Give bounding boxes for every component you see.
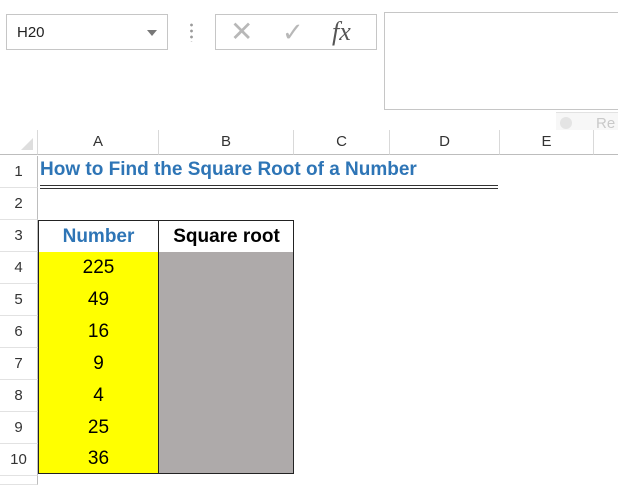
name-box-value: H20 xyxy=(17,24,45,41)
name-box[interactable]: H20 xyxy=(6,14,168,50)
row-header-10[interactable]: 10 xyxy=(0,444,38,476)
insert-function-icon[interactable]: fx xyxy=(332,17,351,47)
square-root-cell[interactable] xyxy=(159,348,293,380)
number-cell[interactable]: 16 xyxy=(39,316,158,348)
row-header-11[interactable] xyxy=(0,476,38,485)
number-cell[interactable]: 49 xyxy=(39,284,158,316)
title-double-underline xyxy=(40,185,498,189)
grip-dots-icon[interactable] xyxy=(190,22,193,42)
formula-buttons: ✕ ✓ fx xyxy=(215,14,377,50)
circle-icon xyxy=(560,117,572,129)
column-header-a[interactable]: A xyxy=(38,130,159,155)
square-root-cell[interactable] xyxy=(159,444,293,473)
square-root-cell[interactable] xyxy=(159,284,293,316)
row-header-6[interactable]: 6 xyxy=(0,316,38,348)
number-cell[interactable]: 25 xyxy=(39,412,158,444)
square-root-cell[interactable] xyxy=(159,316,293,348)
formula-bar-area: H20 ✕ ✓ fx xyxy=(0,0,618,130)
column-header-d[interactable]: D xyxy=(390,130,500,155)
cancel-icon[interactable]: ✕ xyxy=(230,17,253,47)
triangle-icon xyxy=(21,138,33,150)
enter-icon[interactable]: ✓ xyxy=(282,17,304,47)
row-header-9[interactable]: 9 xyxy=(0,412,38,444)
row-header-3[interactable]: 3 xyxy=(0,220,38,252)
row-header-5[interactable]: 5 xyxy=(0,284,38,316)
column-header-b[interactable]: B xyxy=(159,130,294,155)
row-header-4[interactable]: 4 xyxy=(0,252,38,284)
square-root-cell[interactable] xyxy=(159,412,293,444)
header-number[interactable]: Number xyxy=(38,221,159,252)
square-root-cell[interactable] xyxy=(159,252,293,284)
select-all-corner[interactable] xyxy=(0,130,38,155)
sheet-title: How to Find the Square Root of a Number xyxy=(40,159,417,180)
number-cell[interactable]: 9 xyxy=(39,348,158,380)
header-square-root[interactable]: Square root xyxy=(159,221,294,252)
row-header-7[interactable]: 7 xyxy=(0,348,38,380)
column-header-c[interactable]: C xyxy=(294,130,390,155)
chevron-down-icon[interactable] xyxy=(147,30,157,36)
row-header-1[interactable]: 1 xyxy=(0,156,38,188)
row-header-2[interactable]: 2 xyxy=(0,188,38,220)
column-header-e[interactable]: E xyxy=(500,130,594,155)
formula-input[interactable] xyxy=(384,12,618,110)
number-cell[interactable]: 36 xyxy=(39,444,158,473)
number-cell[interactable]: 4 xyxy=(39,380,158,412)
square-root-cell[interactable] xyxy=(159,380,293,412)
number-cell[interactable]: 225 xyxy=(39,252,158,284)
table-divider xyxy=(158,220,159,474)
row-header-8[interactable]: 8 xyxy=(0,380,38,412)
column-header-f[interactable] xyxy=(594,130,618,155)
